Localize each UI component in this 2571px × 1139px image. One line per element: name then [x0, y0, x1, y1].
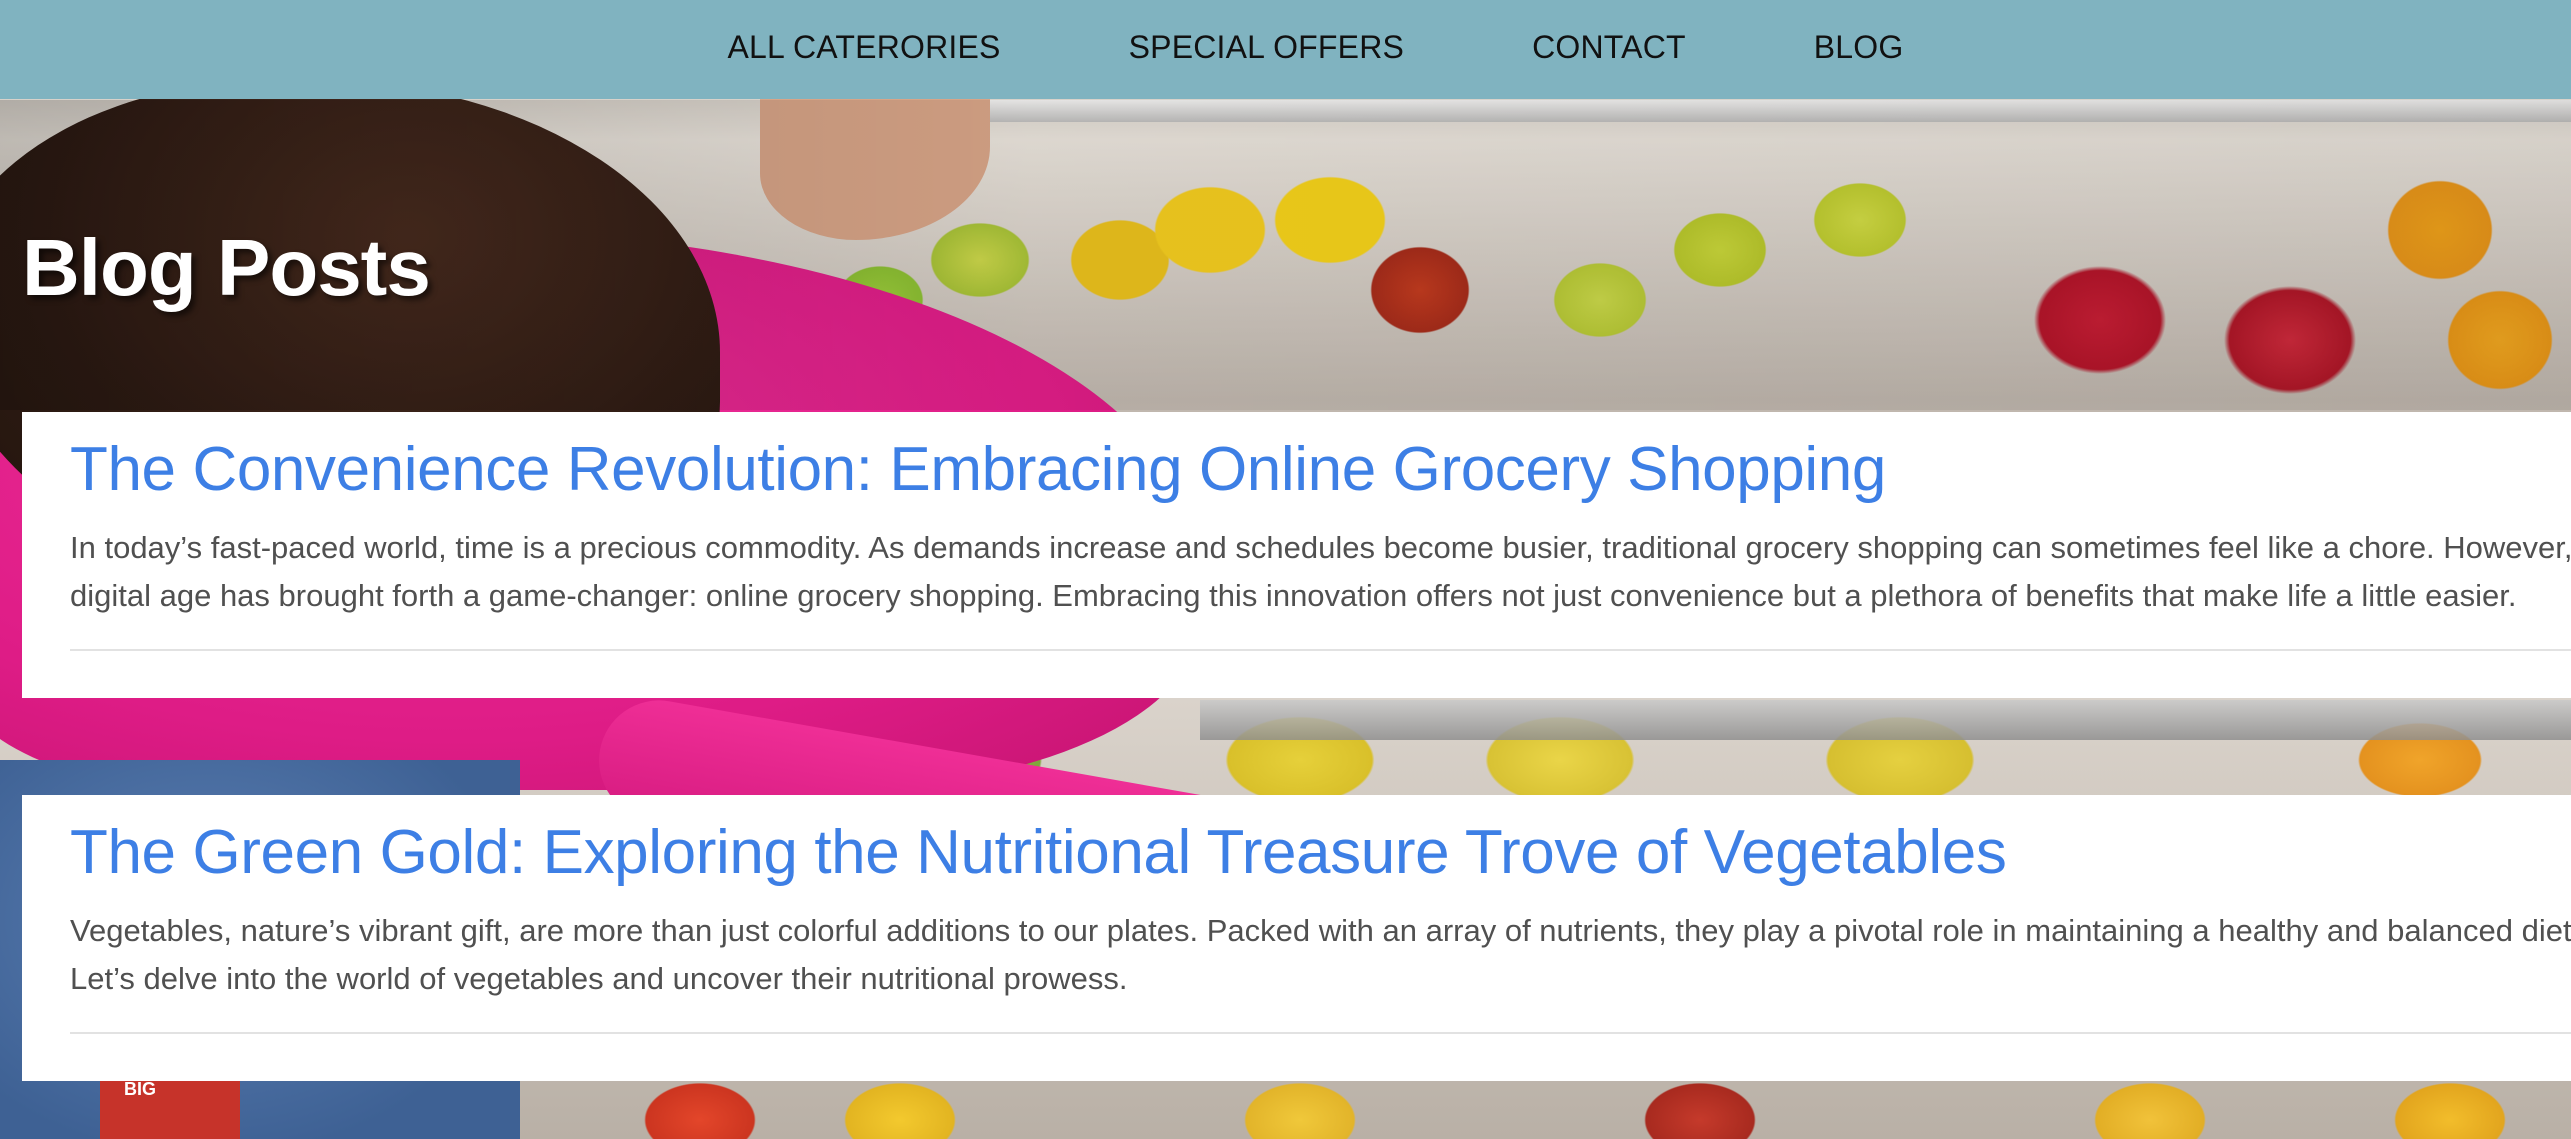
top-navigation: ALL CATERORIES SPECIAL OFFERS CONTACT BL…	[0, 0, 2571, 99]
nav-item-all-categories[interactable]: ALL CATERORIES	[728, 29, 1001, 66]
blog-post-title-link[interactable]: The Green Gold: Exploring the Nutritiona…	[70, 795, 2571, 893]
page: BIG ALL CATERORIES SPECIAL OFFERS CONTAC…	[0, 0, 2571, 1139]
blog-post-excerpt: Vegetables, nature’s vibrant gift, are m…	[70, 907, 2571, 1003]
nav-list: ALL CATERORIES SPECIAL OFFERS CONTACT BL…	[668, 29, 1904, 70]
blog-post-excerpt: In today’s fast-paced world, time is a p…	[70, 524, 2571, 620]
blog-post-card: The Convenience Revolution: Embracing On…	[22, 412, 2571, 698]
blog-post-excerpt-line: digital age has brought forth a game-cha…	[70, 578, 2517, 613]
post-divider	[70, 1032, 2571, 1034]
blog-post-excerpt-line: Let’s delve into the world of vegetables…	[70, 961, 1128, 996]
blog-post-title-link[interactable]: The Convenience Revolution: Embracing On…	[70, 412, 2571, 510]
blog-post-card: The Green Gold: Exploring the Nutritiona…	[22, 795, 2571, 1081]
page-title: Blog Posts	[22, 223, 431, 312]
nav-item-contact[interactable]: CONTACT	[1532, 29, 1686, 66]
nav-item-blog[interactable]: BLOG	[1814, 29, 1904, 66]
nav-item-special-offers[interactable]: SPECIAL OFFERS	[1129, 29, 1404, 66]
shelf-edge-lower	[1200, 700, 2571, 740]
shopping-bag-text: BIG	[124, 1079, 157, 1099]
post-divider	[70, 649, 2571, 651]
blog-post-excerpt-line: Vegetables, nature’s vibrant gift, are m…	[70, 913, 2571, 948]
blog-post-excerpt-line: In today’s fast-paced world, time is a p…	[70, 530, 2571, 565]
